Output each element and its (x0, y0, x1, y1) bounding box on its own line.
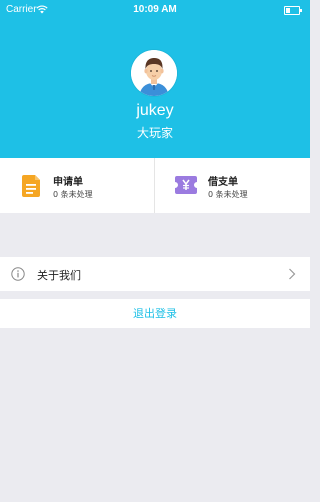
user-role: 大玩家 (136, 126, 173, 140)
chevron-right-icon (289, 268, 296, 280)
ticket-yen-icon (175, 176, 197, 194)
application-form-count: 0 条未处理 (53, 190, 93, 199)
username: jukey (136, 102, 174, 119)
avatar[interactable] (131, 50, 177, 96)
logout-button[interactable]: 退出登录 (0, 299, 310, 328)
status-bar: Carrier 10:09 AM (0, 0, 310, 20)
about-us-row[interactable]: 关于我们 (0, 257, 310, 291)
quick-actions-panel: 申请单 0 条未处理 借支单 0 条未处理 (0, 158, 310, 213)
info-icon (11, 267, 25, 281)
application-form-title: 申请单 (53, 177, 83, 188)
status-time: 10:09 AM (133, 4, 177, 15)
document-icon (22, 175, 40, 197)
advance-form-card[interactable]: 借支单 0 条未处理 (155, 158, 309, 213)
advance-form-count: 0 条未处理 (208, 190, 248, 199)
profile-header: Carrier 10:09 AM jukey 大玩家 (0, 0, 310, 158)
profile-screen: Carrier 10:09 AM jukey 大玩家 申请单 0 条未处理 借支… (0, 0, 310, 502)
application-form-card[interactable]: 申请单 0 条未处理 (0, 158, 154, 213)
about-us-label: 关于我们 (37, 269, 81, 282)
avatar-illustration (131, 50, 177, 96)
battery-icon (284, 6, 302, 15)
advance-form-title: 借支单 (208, 177, 238, 188)
